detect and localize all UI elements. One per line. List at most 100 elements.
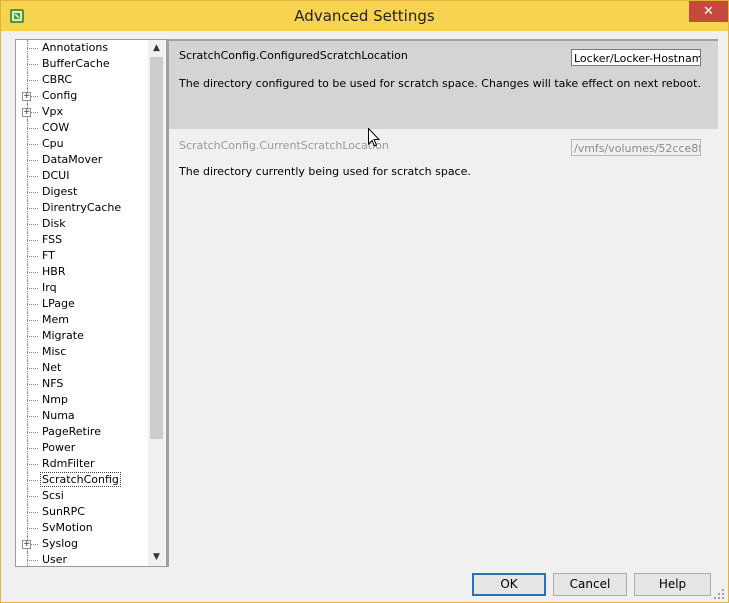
tree-item[interactable]: HBR (16, 264, 148, 280)
tree-item[interactable]: DataMover (16, 152, 148, 168)
tree-item[interactable]: ScratchConfig (16, 472, 148, 488)
tree-connector (27, 304, 38, 305)
tree-item[interactable]: + Vpx (16, 104, 148, 120)
tree-item[interactable]: Annotations (16, 40, 148, 56)
tree-item[interactable]: CBRC (16, 72, 148, 88)
tree-item[interactable]: Scsi (16, 488, 148, 504)
tree-item-label: Disk (42, 217, 66, 230)
tree-connector (27, 528, 38, 529)
resize-grip-icon[interactable] (711, 586, 725, 600)
tree-item[interactable]: SunRPC (16, 504, 148, 520)
tree-item-label: ScratchConfig (40, 472, 121, 487)
expand-icon[interactable]: + (22, 108, 31, 117)
tree-scrollbar[interactable]: ▲ ▼ (148, 40, 165, 566)
tree-item-label: COW (42, 121, 70, 134)
tree-item[interactable]: FSS (16, 232, 148, 248)
tree-item[interactable]: Migrate (16, 328, 148, 344)
tree-item-label: LPage (42, 297, 75, 310)
close-button[interactable]: ✕ (689, 1, 728, 22)
tree-item-label: Digest (42, 185, 78, 198)
tree-item[interactable]: BufferCache (16, 56, 148, 72)
tree-item-label: Syslog (42, 537, 78, 550)
tree-item-label: Net (42, 361, 62, 374)
tree-connector (27, 560, 38, 561)
close-icon: ✕ (703, 4, 714, 19)
ok-button[interactable]: OK (472, 573, 546, 596)
tree-item-label: CBRC (42, 73, 73, 86)
configured-scratch-location-input[interactable]: Locker/Locker-Hostname1/ (571, 49, 701, 66)
tree-item-label: Scsi (42, 489, 64, 502)
setting-row-current-scratch: ScratchConfig.CurrentScratchLocation /vm… (169, 131, 718, 191)
tree-connector (27, 240, 38, 241)
title-bar[interactable]: Advanced Settings ✕ (1, 1, 728, 31)
tree-item-label: PageRetire (42, 425, 101, 438)
mouse-cursor-icon (368, 128, 380, 147)
setting-description: The directory currently being used for s… (179, 165, 471, 178)
tree-item-label: Vpx (42, 105, 64, 118)
tree-connector (27, 384, 38, 385)
tree-item[interactable]: Irq (16, 280, 148, 296)
tree-item[interactable]: COW (16, 120, 148, 136)
tree-connector (27, 336, 38, 337)
tree-connector (27, 272, 38, 273)
tree-item[interactable]: SvMotion (16, 520, 148, 536)
tree-item-label: FT (42, 249, 55, 262)
setting-name: ScratchConfig.CurrentScratchLocation (179, 139, 389, 152)
tree-item[interactable]: + Syslog (16, 536, 148, 552)
tree-item-label: SvMotion (42, 521, 93, 534)
tree-item[interactable]: PageRetire (16, 424, 148, 440)
setting-row-configured-scratch[interactable]: ScratchConfig.ConfiguredScratchLocation … (169, 41, 718, 129)
cancel-button[interactable]: Cancel (553, 573, 627, 596)
tree-item[interactable]: User (16, 552, 148, 566)
tree-item-label: DataMover (42, 153, 103, 166)
tree-item[interactable]: Power (16, 440, 148, 456)
tree-item-label: Numa (42, 409, 75, 422)
scroll-thumb[interactable] (150, 57, 163, 439)
tree-item[interactable]: Net (16, 360, 148, 376)
tree-item[interactable]: DCUI (16, 168, 148, 184)
tree-connector (27, 80, 38, 81)
tree-item-label: Misc (42, 345, 67, 358)
tree-item[interactable]: DirentryCache (16, 200, 148, 216)
tree-item-label: HBR (42, 265, 66, 278)
tree-item[interactable]: FT (16, 248, 148, 264)
tree-item[interactable]: LPage (16, 296, 148, 312)
tree-connector (27, 224, 38, 225)
expand-icon[interactable]: + (22, 92, 31, 101)
tree-item[interactable]: Mem (16, 312, 148, 328)
tree-connector (27, 128, 38, 129)
tree-item-label: DirentryCache (42, 201, 122, 214)
tree-connector (27, 320, 38, 321)
tree-item[interactable]: Digest (16, 184, 148, 200)
tree-connector (27, 480, 38, 481)
tree-connector (27, 48, 38, 49)
tree-connector (27, 64, 38, 65)
tree-item[interactable]: + Config (16, 88, 148, 104)
tree-connector (27, 368, 38, 369)
tree-connector (27, 160, 38, 161)
tree-item[interactable]: NFS (16, 376, 148, 392)
tree-item[interactable]: Cpu (16, 136, 148, 152)
tree-item[interactable]: Nmp (16, 392, 148, 408)
tree-connector (27, 400, 38, 401)
tree-item-label: Config (42, 89, 78, 102)
scroll-up-button[interactable]: ▲ (148, 40, 165, 57)
tree-item[interactable]: RdmFilter (16, 456, 148, 472)
advanced-settings-window: Advanced Settings ✕ Annotations BufferCac… (0, 0, 729, 603)
tree-connector (27, 432, 38, 433)
scroll-down-button[interactable]: ▼ (148, 549, 165, 566)
help-button[interactable]: Help (634, 573, 711, 596)
tree-item[interactable]: Numa (16, 408, 148, 424)
tree-connector (27, 448, 38, 449)
setting-description: The directory configured to be used for … (179, 77, 701, 90)
settings-tree: Annotations BufferCache CBRC + Config + Vpx COW… (15, 39, 167, 567)
tree-item-label: Irq (42, 281, 57, 294)
tree-item-label: Nmp (42, 393, 68, 406)
expand-icon[interactable]: + (22, 540, 31, 549)
tree-connector (27, 496, 38, 497)
tree-item[interactable]: Disk (16, 216, 148, 232)
tree-connector (27, 352, 38, 353)
tree-item-label: NFS (42, 377, 64, 390)
tree-item[interactable]: Misc (16, 344, 148, 360)
settings-detail-panel: ScratchConfig.ConfiguredScratchLocation … (167, 39, 718, 567)
